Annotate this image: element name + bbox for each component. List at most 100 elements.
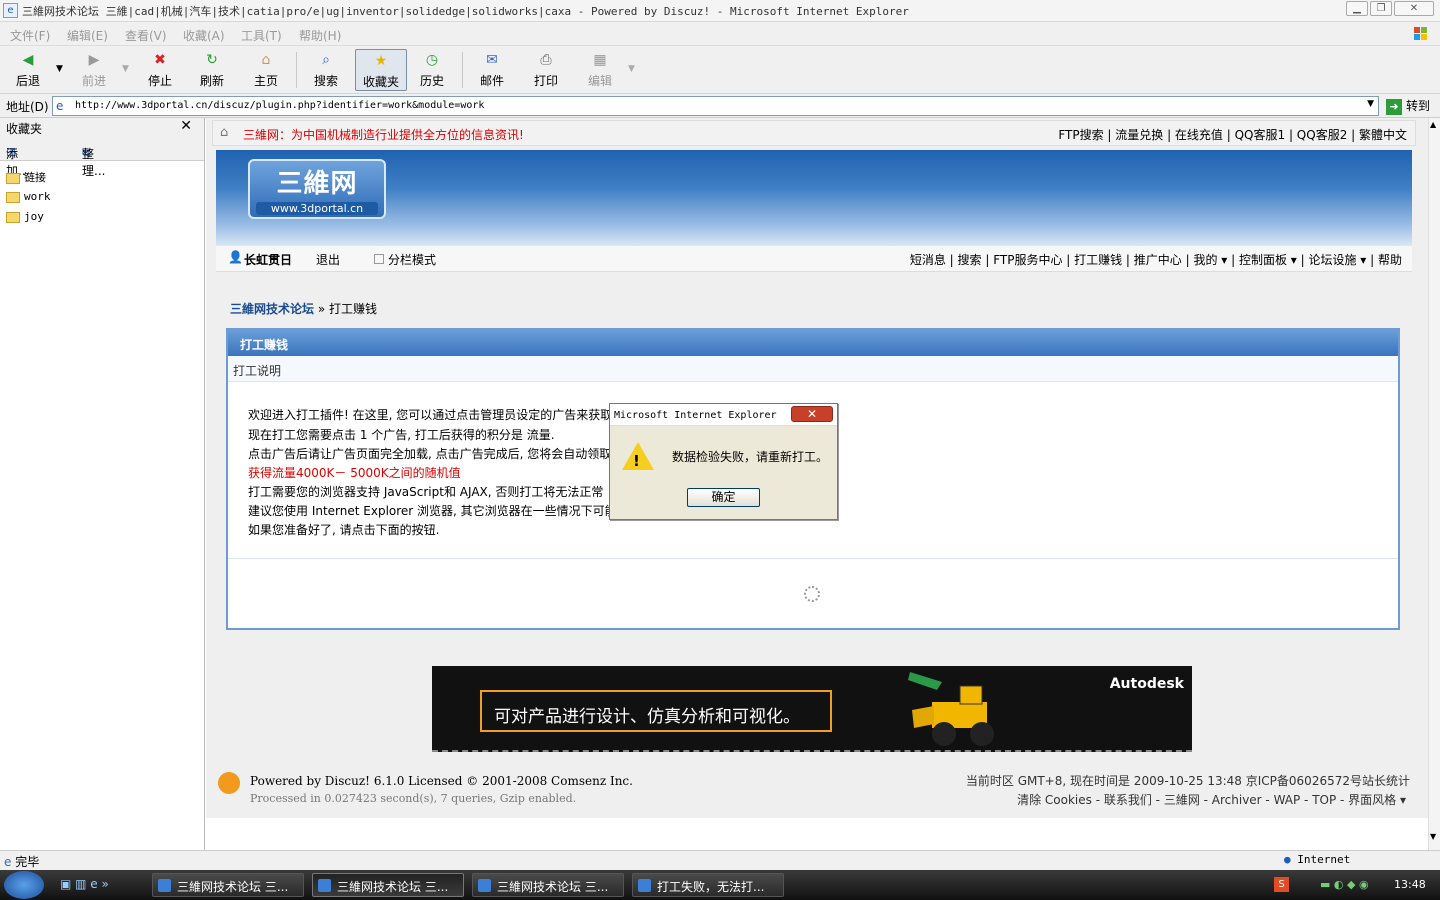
instruction-line: 打工需要您的浏览器支持 JavaScript和 AJAX, 否则打工将无法正常 — [248, 485, 604, 499]
favorite-folder-links[interactable]: 链接 — [6, 169, 46, 185]
back-button[interactable]: ◀ 后退 — [4, 49, 52, 91]
mail-button[interactable]: ✉ 邮件 — [468, 49, 516, 91]
url-dropdown-icon[interactable]: ▼ — [1367, 99, 1374, 109]
edit-dropdown-icon[interactable]: ▼ — [628, 64, 635, 74]
instruction-line: 点击广告后请让广告页面完全加载, 点击广告完成后, 您将会自动领取 — [248, 447, 612, 461]
favorites-button[interactable]: ★ 收藏夹 — [355, 49, 407, 91]
menu-bar: 文件(F) 编辑(E) 查看(V) 收藏(A) 工具(T) 帮助(H) — [0, 22, 1440, 46]
site-logo[interactable]: 三維网 www.3dportal.cn — [248, 159, 386, 219]
top-notice-bar: ⌂ 三維网：为中国机械制造行业提供全方位的信息资讯! FTP搜索 | 流量兑换 … — [212, 120, 1416, 146]
input-method-icon[interactable]: S — [1274, 877, 1289, 892]
scroll-up-icon[interactable]: ▲ — [1430, 120, 1436, 129]
taskbar-window[interactable]: 三維网技术论坛 三... — [152, 873, 304, 897]
site-banner: 三維网 www.3dportal.cn — [216, 150, 1412, 246]
checkbox-icon — [374, 254, 384, 264]
favorites-header: 收藏夹 ✕ — [0, 118, 204, 137]
menu-edit[interactable]: 编辑(E) — [67, 27, 108, 44]
home-button[interactable]: ⌂ 主页 — [242, 49, 290, 91]
search-button[interactable]: ⌕ 搜索 — [302, 49, 350, 91]
processed-info: Processed in 0.027423 second(s), 7 queri… — [250, 792, 577, 805]
close-button[interactable]: ✕ — [1394, 1, 1434, 16]
ad-banner[interactable]: 可对产品进行设计、仿真分析和可视化。 Autodesk — [432, 666, 1192, 752]
panel-subheader: 打工说明 — [228, 356, 1398, 382]
go-button[interactable]: ➜ 转到 — [1386, 97, 1430, 115]
instruction-line: 欢迎进入打工插件! 在这里, 您可以通过点击管理员设定的广告来获取 — [248, 408, 613, 422]
warning-mark-icon: ! — [633, 452, 640, 470]
quicklaunch-icons[interactable]: ▣ ▥ e » — [60, 877, 109, 891]
home-icon[interactable]: ⌂ — [220, 125, 228, 140]
start-button[interactable] — [4, 871, 44, 899]
print-button[interactable]: ⎙ 打印 — [522, 49, 570, 91]
panel-header: 打工赚钱 — [228, 330, 1398, 356]
menu-favorites[interactable]: 收藏(A) — [183, 27, 225, 44]
ie-window-icon — [478, 879, 491, 892]
dialog-message: 数据检验失败，请重新打工。 — [672, 450, 829, 464]
edit-icon: ▦ — [593, 52, 607, 68]
instruction-line-highlight: 获得流量4000K－ 5000K之间的随机值 — [248, 466, 461, 480]
ie-window-icon — [318, 879, 331, 892]
vertical-scrollbar[interactable]: ▲ ▼ — [1428, 118, 1440, 850]
close-icon[interactable]: ✕ — [180, 118, 192, 134]
breadcrumb-current: » 打工赚钱 — [317, 302, 378, 316]
page-icon: e — [56, 99, 64, 113]
favorite-folder-joy[interactable]: joy — [6, 210, 44, 223]
powered-by: Powered by Discuz! 6.1.0 Licensed © 2001… — [250, 774, 633, 788]
mail-icon: ✉ — [486, 52, 498, 68]
refresh-button[interactable]: ↻ 刷新 — [188, 49, 236, 91]
history-icon: ◷ — [425, 52, 439, 68]
scroll-down-icon[interactable]: ▼ — [1430, 832, 1436, 841]
stop-button[interactable]: ✖ 停止 — [136, 49, 184, 91]
ad-text-frame: 可对产品进行设计、仿真分析和可视化。 — [480, 690, 832, 732]
minimize-button[interactable]: ▁ — [1346, 1, 1368, 16]
address-bar: 地址(D) e http://www.3dportal.cn/discuz/pl… — [0, 94, 1440, 118]
url-input[interactable]: e http://www.3dportal.cn/discuz/plugin.p… — [52, 96, 1379, 116]
back-arrow-icon: ◀ — [22, 52, 34, 68]
address-label: 地址(D) — [6, 100, 49, 114]
divider — [228, 558, 1398, 559]
wheel-loader-image — [908, 672, 994, 746]
ok-button[interactable]: 确定 — [687, 488, 760, 507]
breadcrumb-home[interactable]: 三維网技术论坛 — [230, 302, 314, 316]
alert-dialog: Microsoft Internet Explorer ✕ ! 数据检验失败，请… — [609, 403, 838, 520]
taskbar-window[interactable]: 三維网技术论坛 三... — [472, 873, 624, 897]
security-zone: ● Internet — [1284, 853, 1351, 866]
footer-links[interactable]: 清除 Cookies - 联系我们 - 三維网 - Archiver - WAP… — [1017, 791, 1406, 808]
favorites-panel: 收藏夹 ✕ ⊞ 添加... ⧉ 整理... 链接 work joy — [0, 118, 205, 850]
page-footer: Powered by Discuz! 6.1.0 Licensed © 2001… — [216, 764, 1412, 818]
tray-icons[interactable]: ▬ ◐ ◆ ◉ — [1320, 878, 1369, 891]
taskbar: ▣ ▥ e » 三維网技术论坛 三... 三維网技术论坛 三... 三維网技术论… — [0, 870, 1440, 900]
forum-nav[interactable]: 短消息 | 搜索 | FTP服务中心 | 打工赚钱 | 推广中心 | 我的 ▾ … — [910, 251, 1402, 268]
split-mode-toggle[interactable]: 分栏模式 — [374, 251, 436, 268]
taskbar-window[interactable]: 打工失败，无法打... — [632, 873, 784, 897]
user-bar: 👤 长虹贯日 退出 分栏模式 短消息 | 搜索 | FTP服务中心 | 打工赚钱… — [216, 246, 1412, 272]
menu-view[interactable]: 查看(V) — [125, 27, 167, 44]
menu-help[interactable]: 帮助(H) — [299, 27, 341, 44]
window-title: 三維网技术论坛 三維|cad|机械|汽车|技术|catia|pro/e|ug|i… — [22, 5, 909, 18]
home-icon: ⌂ — [261, 52, 271, 68]
folder-icon — [6, 191, 20, 203]
instruction-line: 建议您使用 Internet Explorer 浏览器, 其它浏览器在一些情况下… — [248, 504, 629, 518]
discuz-bulb-icon — [218, 772, 240, 794]
dialog-close-button[interactable]: ✕ — [791, 406, 833, 422]
toolbar-separator — [462, 52, 463, 88]
forward-dropdown-icon[interactable]: ▼ — [122, 64, 129, 74]
loading-spinner-icon — [804, 586, 820, 602]
instruction-line: 现在打工您需要点击 1 个广告, 打工后获得的积分是 流量. — [248, 428, 555, 442]
edit-button[interactable]: ▦ 编辑 — [576, 49, 624, 91]
timezone-info: 当前时区 GMT+8, 现在时间是 2009-10-25 13:48 京ICP备… — [965, 774, 1410, 788]
top-links[interactable]: FTP搜索 | 流量兑换 | 在线充值 | QQ客服1 | QQ客服2 | 繁體… — [1058, 126, 1407, 143]
menu-file[interactable]: 文件(F) — [10, 27, 50, 44]
menu-tools[interactable]: 工具(T) — [241, 27, 282, 44]
go-arrow-icon: ➜ — [1386, 99, 1402, 115]
maximize-button[interactable]: ❐ — [1370, 1, 1392, 16]
logout-link[interactable]: 退出 — [316, 251, 340, 268]
history-button[interactable]: ◷ 历史 — [408, 49, 456, 91]
back-dropdown-icon[interactable]: ▼ — [56, 64, 63, 74]
refresh-icon: ↻ — [206, 52, 218, 68]
taskbar-window-active[interactable]: 三維网技术论坛 三... — [312, 873, 464, 897]
ie-window-icon — [158, 879, 171, 892]
username-link[interactable]: 长虹贯日 — [244, 251, 292, 268]
forward-button[interactable]: ▶ 前进 — [70, 49, 118, 91]
notice-text: 三維网：为中国机械制造行业提供全方位的信息资讯! — [243, 128, 524, 142]
favorite-folder-work[interactable]: work — [6, 190, 51, 203]
